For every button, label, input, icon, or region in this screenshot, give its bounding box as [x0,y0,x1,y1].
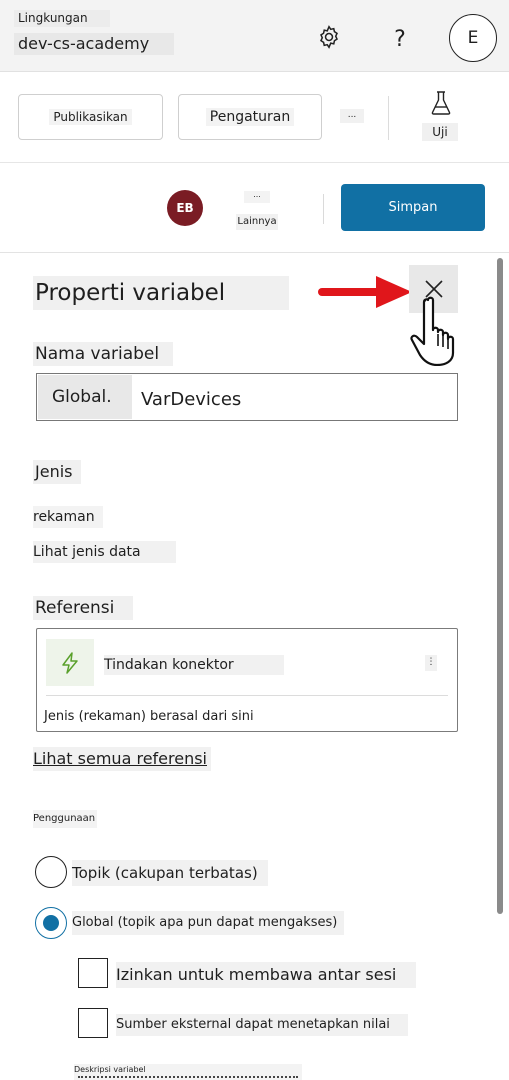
radio-global-label[interactable]: Global (topik apa pun dapat mengakses) [72,911,344,935]
radio-topic-label[interactable]: Topik (cakupan terbatas) [72,860,268,886]
flask-icon [431,91,451,115]
view-all-references-link[interactable]: Lihat semua referensi [33,747,211,771]
test-button-label: Uji [422,123,458,141]
variable-scope-prefix: Global. [38,375,132,419]
checkbox-carry-over-label[interactable]: Izinkan untuk membawa antar sesi [116,962,416,988]
settings-tab-label: Pengaturan [205,108,295,126]
publish-button[interactable]: Publikasikan [18,94,163,140]
radio-selected-dot [43,915,59,931]
red-arrow-icon [318,276,412,308]
checkbox-carry-over-sessions[interactable] [78,958,108,988]
type-value: rekaman [33,506,103,528]
lightning-icon [62,651,78,674]
panel-title: Properti variabel [33,276,289,310]
variable-properties-panel: Properti variabel Nama variabel Global. … [0,254,509,1080]
save-divider [323,194,324,224]
settings-button[interactable] [312,20,346,54]
save-row: EB ... Lainnya Simpan [0,164,509,253]
description-field-edge [78,1076,298,1080]
reference-source-text: Jenis (rekaman) berasal dari sini [44,709,254,724]
view-data-type-link[interactable]: Lihat jenis data [33,541,176,563]
gear-icon [320,25,338,49]
help-button[interactable]: ? [386,22,414,56]
radio-global-scope[interactable] [35,907,67,939]
more-button-label[interactable]: Lainnya [236,214,278,230]
environment-label: Lingkungan [14,10,110,27]
toolbar-divider [388,96,389,140]
hand-pointer-icon [410,296,455,366]
references-label: Referensi [33,596,133,620]
checkbox-external-sources[interactable] [78,1008,108,1038]
more-dots-icon[interactable]: ... [244,191,270,203]
reference-card[interactable]: Tindakan konektor ⋮ Jenis (rekaman) bera… [36,628,458,732]
panel-scrollbar[interactable] [497,258,503,914]
test-button[interactable]: Uji [420,90,462,150]
connector-icon-box [46,639,94,686]
user-avatar[interactable]: EB [167,190,203,226]
variable-name-input[interactable]: VarDevices [141,375,321,419]
save-button[interactable]: Simpan [341,184,485,231]
toolbar-more-button[interactable]: ... [340,109,364,123]
variable-name-field[interactable]: Global. VarDevices [36,373,458,421]
top-header: Lingkungan dev-cs-academy ? E [0,0,509,72]
command-toolbar: Publikasikan Pengaturan ... Uji [0,73,509,163]
reference-divider [46,695,448,696]
radio-topic-scope[interactable] [35,856,67,888]
variable-name-label: Nama variabel [33,342,173,366]
type-label: Jenis [33,460,81,484]
account-avatar[interactable]: E [449,14,497,62]
publish-button-label: Publikasikan [49,109,132,125]
reference-more-button[interactable]: ⋮ [425,655,437,671]
usage-label: Penggunaan [33,810,97,828]
reference-name: Tindakan konektor [104,655,284,675]
settings-tab-button[interactable]: Pengaturan [178,94,322,140]
checkbox-external-label[interactable]: Sumber eksternal dapat menetapkan nilai [116,1014,408,1036]
environment-name[interactable]: dev-cs-academy [14,33,174,55]
